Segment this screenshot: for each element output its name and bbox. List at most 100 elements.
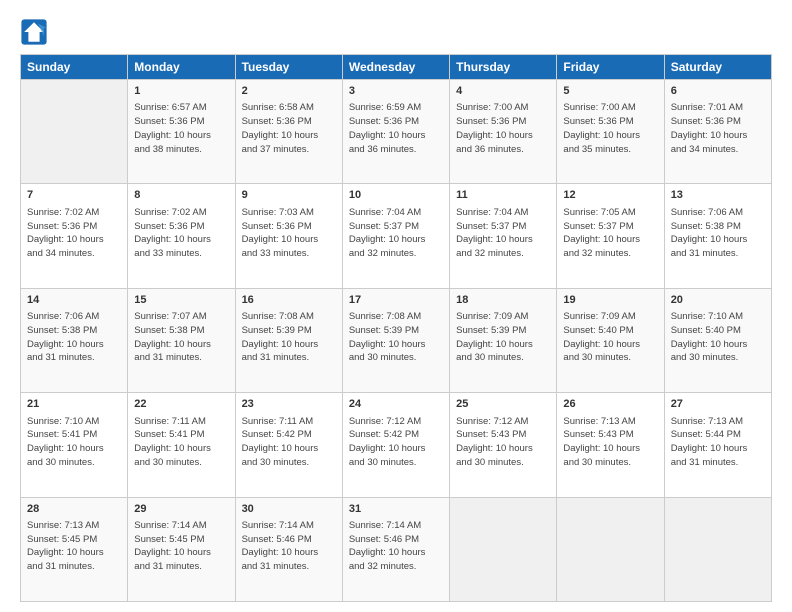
cell-info: Sunrise: 7:08 AM Sunset: 5:39 PM Dayligh… xyxy=(242,310,336,365)
header-cell-monday: Monday xyxy=(128,55,235,80)
calendar-table: SundayMondayTuesdayWednesdayThursdayFrid… xyxy=(20,54,772,602)
calendar-cell: 19 Sunrise: 7:09 AM Sunset: 5:40 PM Dayli… xyxy=(557,288,664,392)
date-number: 28 xyxy=(27,502,121,517)
calendar-cell: 21 Sunrise: 7:10 AM Sunset: 5:41 PM Dayli… xyxy=(21,393,128,497)
cell-info: Sunrise: 7:10 AM Sunset: 5:41 PM Dayligh… xyxy=(27,415,121,470)
calendar-cell: 15Sunrise: 7:07 AM Sunset: 5:38 PM Dayli… xyxy=(128,288,235,392)
week-row-4: 28 Sunrise: 7:13 AM Sunset: 5:45 PM Dayli… xyxy=(21,497,772,601)
cell-info: Sunrise: 7:08 AM Sunset: 5:39 PM Dayligh… xyxy=(349,310,443,365)
calendar-cell: 20 Sunrise: 7:10 AM Sunset: 5:40 PM Dayli… xyxy=(664,288,771,392)
cell-info: Sunrise: 7:00 AM Sunset: 5:36 PM Dayligh… xyxy=(563,101,657,156)
header xyxy=(20,18,772,46)
calendar-cell: 26 Sunrise: 7:13 AM Sunset: 5:43 PM Dayli… xyxy=(557,393,664,497)
header-cell-thursday: Thursday xyxy=(450,55,557,80)
cell-info: Sunrise: 7:14 AM Sunset: 5:45 PM Dayligh… xyxy=(134,519,228,574)
calendar-cell: 18 Sunrise: 7:09 AM Sunset: 5:39 PM Dayli… xyxy=(450,288,557,392)
date-number: 26 xyxy=(563,397,657,412)
cell-info: Sunrise: 7:14 AM Sunset: 5:46 PM Dayligh… xyxy=(349,519,443,574)
week-row-0: 1 Sunrise: 6:57 AM Sunset: 5:36 PM Daylig… xyxy=(21,80,772,184)
header-cell-saturday: Saturday xyxy=(664,55,771,80)
date-number: 19 xyxy=(563,293,657,308)
date-number: 14 xyxy=(27,293,121,308)
cell-info: Sunrise: 7:02 AM Sunset: 5:36 PM Dayligh… xyxy=(134,206,228,261)
calendar-cell: 3 Sunrise: 6:59 AM Sunset: 5:36 PM Daylig… xyxy=(342,80,449,184)
calendar-cell: 17 Sunrise: 7:08 AM Sunset: 5:39 PM Dayli… xyxy=(342,288,449,392)
calendar-cell: 30 Sunrise: 7:14 AM Sunset: 5:46 PM Dayli… xyxy=(235,497,342,601)
date-number: 1 xyxy=(134,84,228,99)
calendar-cell: 29 Sunrise: 7:14 AM Sunset: 5:45 PM Dayli… xyxy=(128,497,235,601)
calendar-cell: 1 Sunrise: 6:57 AM Sunset: 5:36 PM Daylig… xyxy=(128,80,235,184)
cell-info: Sunrise: 7:11 AM Sunset: 5:41 PM Dayligh… xyxy=(134,415,228,470)
cell-info: Sunrise: 7:09 AM Sunset: 5:39 PM Dayligh… xyxy=(456,310,550,365)
cell-info: Sunrise: 6:57 AM Sunset: 5:36 PM Dayligh… xyxy=(134,101,228,156)
calendar-cell: 8 Sunrise: 7:02 AM Sunset: 5:36 PM Daylig… xyxy=(128,184,235,288)
calendar-cell: 10Sunrise: 7:04 AM Sunset: 5:37 PM Dayli… xyxy=(342,184,449,288)
cell-info: Sunrise: 6:58 AM Sunset: 5:36 PM Dayligh… xyxy=(242,101,336,156)
cell-info: Sunrise: 7:14 AM Sunset: 5:46 PM Dayligh… xyxy=(242,519,336,574)
cell-info: Sunrise: 7:12 AM Sunset: 5:42 PM Dayligh… xyxy=(349,415,443,470)
calendar-cell xyxy=(664,497,771,601)
header-cell-tuesday: Tuesday xyxy=(235,55,342,80)
cell-info: Sunrise: 7:10 AM Sunset: 5:40 PM Dayligh… xyxy=(671,310,765,365)
calendar-cell: 27 Sunrise: 7:13 AM Sunset: 5:44 PM Dayli… xyxy=(664,393,771,497)
header-cell-sunday: Sunday xyxy=(21,55,128,80)
date-number: 18 xyxy=(456,293,550,308)
cell-info: Sunrise: 6:59 AM Sunset: 5:36 PM Dayligh… xyxy=(349,101,443,156)
calendar-cell: 14 Sunrise: 7:06 AM Sunset: 5:38 PM Dayli… xyxy=(21,288,128,392)
date-number: 23 xyxy=(242,397,336,412)
date-number: 29 xyxy=(134,502,228,517)
header-cell-friday: Friday xyxy=(557,55,664,80)
calendar-cell: 25 Sunrise: 7:12 AM Sunset: 5:43 PM Dayli… xyxy=(450,393,557,497)
week-row-2: 14 Sunrise: 7:06 AM Sunset: 5:38 PM Dayli… xyxy=(21,288,772,392)
date-number: 24 xyxy=(349,397,443,412)
date-number: 15 xyxy=(134,293,228,308)
header-cell-wednesday: Wednesday xyxy=(342,55,449,80)
date-number: 9 xyxy=(242,188,336,203)
cell-info: Sunrise: 7:01 AM Sunset: 5:36 PM Dayligh… xyxy=(671,101,765,156)
cell-info: Sunrise: 7:11 AM Sunset: 5:42 PM Dayligh… xyxy=(242,415,336,470)
calendar-cell xyxy=(557,497,664,601)
calendar-cell: 12Sunrise: 7:05 AM Sunset: 5:37 PM Dayli… xyxy=(557,184,664,288)
cell-info: Sunrise: 7:12 AM Sunset: 5:43 PM Dayligh… xyxy=(456,415,550,470)
calendar-cell: 22 Sunrise: 7:11 AM Sunset: 5:41 PM Dayli… xyxy=(128,393,235,497)
date-number: 20 xyxy=(671,293,765,308)
date-number: 3 xyxy=(349,84,443,99)
calendar-cell: 13 Sunrise: 7:06 AM Sunset: 5:38 PM Dayli… xyxy=(664,184,771,288)
week-row-1: 7 Sunrise: 7:02 AM Sunset: 5:36 PM Daylig… xyxy=(21,184,772,288)
date-number: 4 xyxy=(456,84,550,99)
calendar-cell: 31 Sunrise: 7:14 AM Sunset: 5:46 PM Dayli… xyxy=(342,497,449,601)
cell-info: Sunrise: 7:06 AM Sunset: 5:38 PM Dayligh… xyxy=(671,206,765,261)
date-number: 2 xyxy=(242,84,336,99)
cell-info: Sunrise: 7:00 AM Sunset: 5:36 PM Dayligh… xyxy=(456,101,550,156)
cell-info: Sunrise: 7:13 AM Sunset: 5:45 PM Dayligh… xyxy=(27,519,121,574)
calendar-cell: 4 Sunrise: 7:00 AM Sunset: 5:36 PM Daylig… xyxy=(450,80,557,184)
date-number: 27 xyxy=(671,397,765,412)
date-number: 17 xyxy=(349,293,443,308)
calendar-cell: 16Sunrise: 7:08 AM Sunset: 5:39 PM Dayli… xyxy=(235,288,342,392)
logo xyxy=(20,18,52,46)
cell-info: Sunrise: 7:09 AM Sunset: 5:40 PM Dayligh… xyxy=(563,310,657,365)
date-number: 7 xyxy=(27,188,121,203)
calendar-cell: 9Sunrise: 7:03 AM Sunset: 5:36 PM Daylig… xyxy=(235,184,342,288)
date-number: 22 xyxy=(134,397,228,412)
date-number: 11 xyxy=(456,188,550,203)
cell-info: Sunrise: 7:06 AM Sunset: 5:38 PM Dayligh… xyxy=(27,310,121,365)
date-number: 21 xyxy=(27,397,121,412)
date-number: 25 xyxy=(456,397,550,412)
calendar-cell: 11 Sunrise: 7:04 AM Sunset: 5:37 PM Dayli… xyxy=(450,184,557,288)
calendar-cell: 23 Sunrise: 7:11 AM Sunset: 5:42 PM Dayli… xyxy=(235,393,342,497)
cell-info: Sunrise: 7:13 AM Sunset: 5:43 PM Dayligh… xyxy=(563,415,657,470)
cell-info: Sunrise: 7:04 AM Sunset: 5:37 PM Dayligh… xyxy=(349,206,443,261)
calendar-cell: 6Sunrise: 7:01 AM Sunset: 5:36 PM Daylig… xyxy=(664,80,771,184)
week-row-3: 21 Sunrise: 7:10 AM Sunset: 5:41 PM Dayli… xyxy=(21,393,772,497)
header-row: SundayMondayTuesdayWednesdayThursdayFrid… xyxy=(21,55,772,80)
date-number: 31 xyxy=(349,502,443,517)
date-number: 8 xyxy=(134,188,228,203)
calendar-page: SundayMondayTuesdayWednesdayThursdayFrid… xyxy=(0,0,792,612)
cell-info: Sunrise: 7:04 AM Sunset: 5:37 PM Dayligh… xyxy=(456,206,550,261)
calendar-cell: 7Sunrise: 7:02 AM Sunset: 5:36 PM Daylig… xyxy=(21,184,128,288)
date-number: 30 xyxy=(242,502,336,517)
cell-info: Sunrise: 7:13 AM Sunset: 5:44 PM Dayligh… xyxy=(671,415,765,470)
date-number: 13 xyxy=(671,188,765,203)
calendar-cell: 28 Sunrise: 7:13 AM Sunset: 5:45 PM Dayli… xyxy=(21,497,128,601)
